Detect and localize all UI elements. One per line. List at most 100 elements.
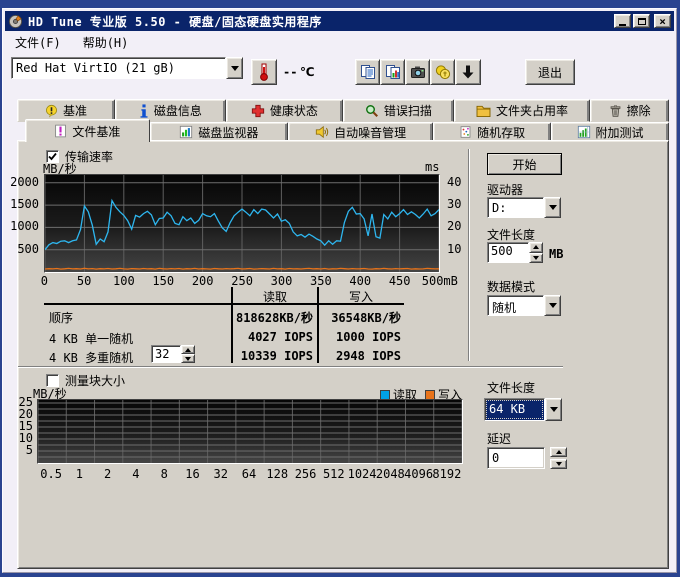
- tab-extra-tests[interactable]: 附加测试: [551, 122, 669, 142]
- tab-health[interactable]: 健康状态: [226, 99, 343, 122]
- axis-tick-label: 450: [389, 274, 411, 288]
- axis-tick-label: 16: [185, 467, 199, 481]
- tab-error-scan-label: 错误扫描: [384, 102, 432, 119]
- queue-depth-spinner[interactable]: 32: [151, 345, 195, 363]
- start-button-label: 开始: [512, 156, 536, 173]
- tab-acoustic-management-label: 自动噪音管理: [334, 124, 406, 141]
- menu-bar: 文件(F) 帮助(H): [7, 33, 130, 51]
- axis-tick-label: 250: [231, 274, 253, 288]
- tab-acoustic-management[interactable]: 自动噪音管理: [288, 122, 433, 142]
- queue-depth-up-button[interactable]: [181, 345, 195, 354]
- chevron-down-icon: [549, 205, 557, 210]
- transfer-rate-chart-canvas: [45, 175, 439, 272]
- file-length-value: 500: [487, 242, 529, 263]
- arrow-down-icon: [556, 462, 562, 466]
- drive-combo-dropdown-button[interactable]: [544, 197, 561, 218]
- delay-input[interactable]: 0: [487, 447, 545, 469]
- menu-help[interactable]: 帮助(H): [81, 33, 131, 52]
- tab-file-benchmark[interactable]: 文件基准: [25, 119, 150, 142]
- axis-tick-label: 8192: [432, 467, 461, 481]
- data-mode-combo[interactable]: 随机: [487, 295, 561, 316]
- registration-button[interactable]: [430, 59, 455, 85]
- thermometer-icon: [257, 63, 271, 81]
- axis-tick-label: 2: [104, 467, 111, 481]
- menu-file[interactable]: 文件(F): [13, 33, 63, 52]
- close-button[interactable]: ×: [654, 14, 671, 28]
- top-chart-x-axis-labels: 050100150200250300350400450500mB: [44, 274, 438, 288]
- arrow-down-icon: [533, 256, 539, 260]
- error-scan-magnifier-icon: [365, 104, 379, 118]
- top-chart-y2-axis-title: ms: [425, 160, 439, 174]
- axis-tick-label: 10: [447, 242, 461, 256]
- drive-combo[interactable]: D:: [487, 197, 561, 218]
- legend-write-swatch: [425, 390, 435, 400]
- read-4kb-single-value: 4027 IOPS: [233, 330, 313, 344]
- data-mode-dropdown-button[interactable]: [544, 295, 561, 316]
- section-divider: [18, 366, 563, 368]
- tab-erase[interactable]: 擦除: [590, 99, 669, 122]
- screenshot-button[interactable]: [405, 59, 430, 85]
- temperature-button[interactable]: [251, 59, 277, 85]
- maximize-button[interactable]: [633, 14, 650, 28]
- minimize-button[interactable]: [614, 14, 631, 28]
- temperature-unit: ℃: [300, 65, 315, 79]
- temperature-value: --: [283, 65, 297, 79]
- write-4kb-multi-value: 2948 IOPS: [319, 349, 401, 363]
- table-header-rule: [44, 303, 404, 305]
- save-arrow-icon: [460, 64, 476, 80]
- chevron-down-icon: [550, 407, 558, 412]
- delay-up-button[interactable]: [550, 447, 567, 457]
- block-file-length-dropdown-button[interactable]: [545, 398, 562, 421]
- tab-folder-usage-label: 文件夹占用率: [496, 102, 568, 119]
- block-file-length-combo[interactable]: 64 KB: [484, 398, 562, 421]
- axis-tick-label: 500: [17, 242, 39, 256]
- minimize-icon: [619, 24, 626, 26]
- start-button[interactable]: 开始: [487, 153, 562, 175]
- tab-random-access-label: 随机存取: [477, 124, 525, 141]
- table-row-label-4kb-single: 4 KB 单一随机: [49, 330, 133, 347]
- close-icon: ×: [659, 16, 666, 27]
- tab-disk-monitor[interactable]: 磁盘监视器: [150, 122, 288, 142]
- tab-folder-usage[interactable]: 文件夹占用率: [454, 99, 590, 122]
- axis-tick-label: 50: [77, 274, 91, 288]
- file-length-spinner[interactable]: 500: [487, 242, 543, 263]
- file-length-label: 文件长度: [487, 226, 535, 243]
- axis-tick-label: 1000: [10, 219, 39, 233]
- disk-info-icon: [139, 104, 149, 118]
- axis-tick-label: 350: [310, 274, 332, 288]
- queue-depth-down-button[interactable]: [181, 354, 195, 363]
- screenshot-camera-icon: [410, 64, 426, 80]
- axis-tick-label: 20: [447, 219, 461, 233]
- block-size-chart-canvas: [38, 400, 462, 463]
- axis-tick-label: 2000: [10, 175, 39, 189]
- file-length-unit: MB: [549, 247, 563, 261]
- panel-divider: [468, 149, 470, 361]
- tab-random-access[interactable]: 随机存取: [433, 122, 551, 142]
- drive-select-dropdown-button[interactable]: [226, 57, 243, 79]
- axis-tick-label: 1024: [348, 467, 377, 481]
- file-length-down-button[interactable]: [529, 253, 543, 264]
- top-chart-y2-axis-labels: 40302010: [443, 174, 467, 271]
- axis-tick-label: 1500: [10, 197, 39, 211]
- axis-tick-label: 4: [132, 467, 139, 481]
- tab-disk-monitor-label: 磁盘监视器: [198, 124, 258, 141]
- window-title: HD Tune 专业版 5.50 - 硬盘/固态硬盘实用程序: [28, 13, 322, 30]
- exit-button[interactable]: 退出: [525, 59, 575, 85]
- delay-down-button[interactable]: [550, 459, 567, 469]
- arrow-down-icon: [185, 357, 191, 361]
- save-button[interactable]: [455, 59, 481, 85]
- random-access-icon: [459, 125, 472, 139]
- copy-image-button[interactable]: [380, 59, 405, 85]
- transfer-rate-chart: [44, 174, 440, 273]
- tab-error-scan[interactable]: 错误扫描: [343, 99, 454, 122]
- block-size-label: 测量块大小: [65, 372, 125, 389]
- block-file-length-label: 文件长度: [487, 379, 535, 396]
- file-length-up-button[interactable]: [529, 242, 543, 253]
- legend-read-swatch: [380, 390, 390, 400]
- drive-select[interactable]: Red Hat VirtIO (21 gB): [11, 57, 243, 79]
- benchmark-exclamation-icon: [45, 104, 58, 118]
- toolbar: Red Hat VirtIO (21 gB) -- ℃: [3, 51, 676, 87]
- erase-trash-icon: [609, 104, 622, 118]
- copy-text-button[interactable]: [355, 59, 380, 85]
- axis-tick-label: 0: [41, 274, 48, 288]
